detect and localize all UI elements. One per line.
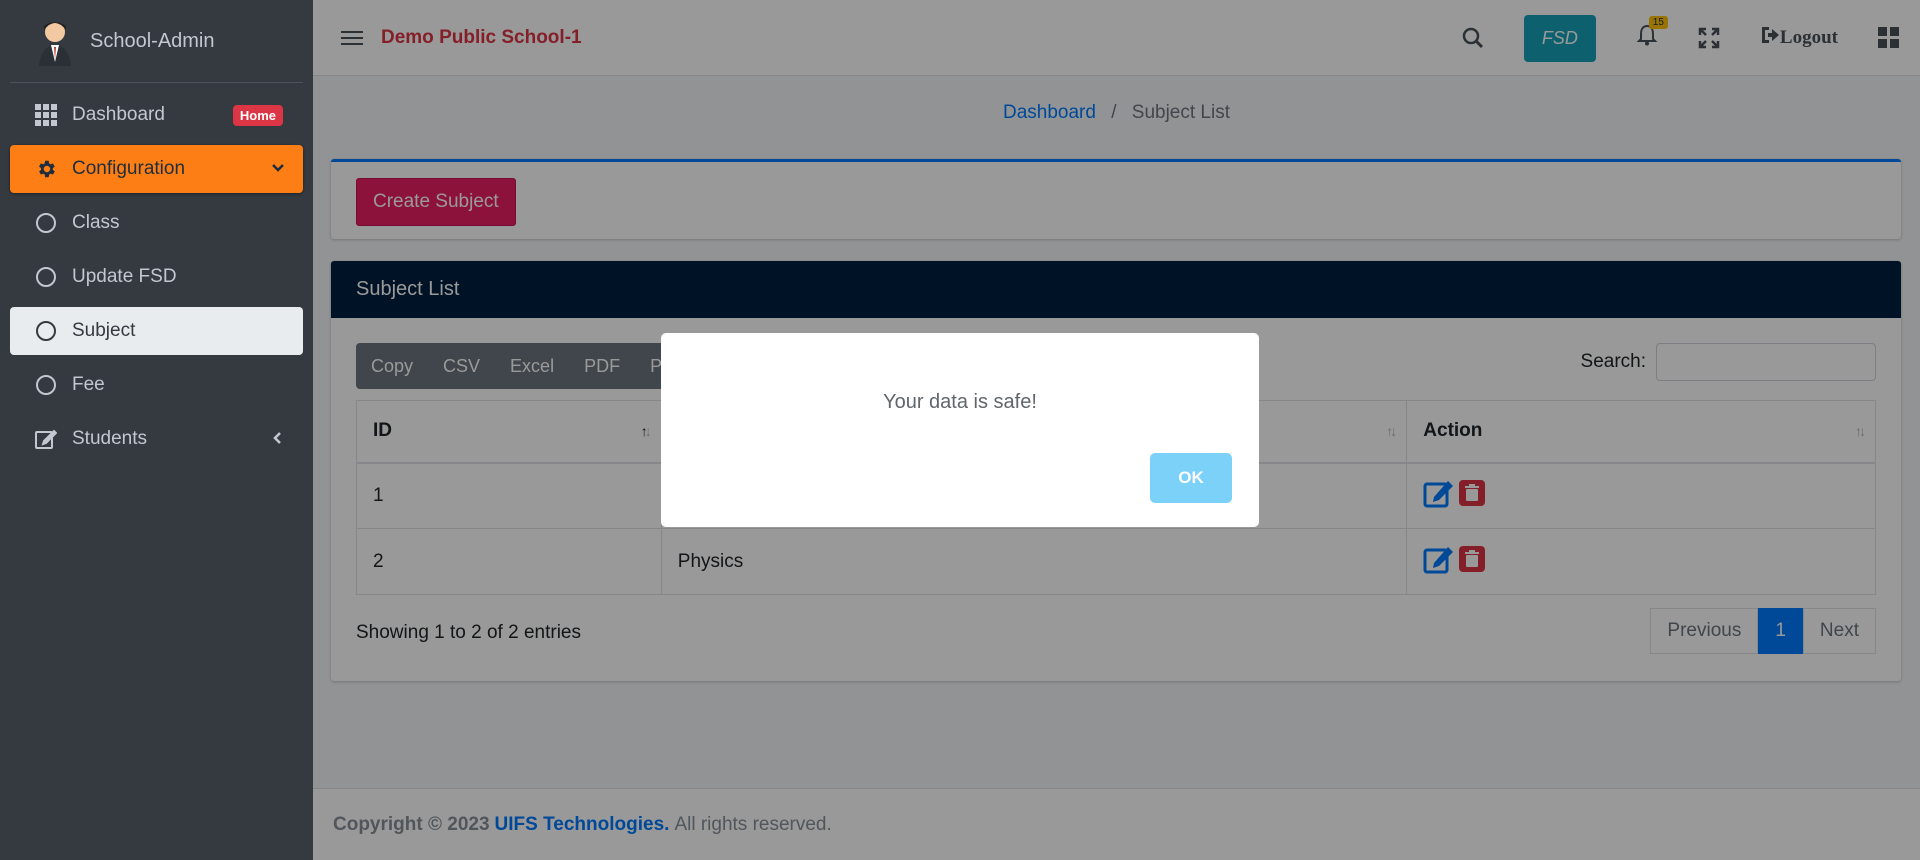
sidebar-item-label: Students (72, 428, 147, 449)
brand-title: School-Admin (90, 29, 215, 52)
chevron-down-icon (271, 159, 285, 180)
grid-icon (34, 103, 58, 127)
alert-message: Your data is safe! (883, 391, 1037, 413)
edit-icon (34, 427, 58, 451)
circle-icon (34, 265, 58, 289)
sidebar-item-configuration[interactable]: Configuration (10, 145, 303, 193)
ok-button[interactable]: OK (1150, 453, 1232, 503)
circle-icon (34, 319, 58, 343)
sidebar-item-class[interactable]: Class (10, 199, 303, 247)
circle-icon (34, 211, 58, 235)
gear-icon (34, 157, 58, 181)
chevron-left-icon (271, 429, 285, 450)
sidebar-item-subject[interactable]: Subject (10, 307, 303, 355)
brand[interactable]: School-Admin (10, 0, 303, 83)
sidebar-item-label: Dashboard (72, 104, 165, 125)
sidebar-item-fee[interactable]: Fee (10, 361, 303, 409)
sidebar-item-update-fsd[interactable]: Update FSD (10, 253, 303, 301)
sidebar-item-students[interactable]: Students (10, 415, 303, 463)
user-avatar-icon (34, 16, 76, 66)
sidebar-nav: Dashboard Home Configuration Class Updat… (0, 83, 313, 463)
sidebar-item-label: Class (72, 212, 120, 233)
sidebar-item-label: Subject (72, 320, 136, 341)
sidebar: School-Admin Dashboard Home Configuratio… (0, 0, 313, 860)
sidebar-item-label: Configuration (72, 158, 186, 179)
home-badge: Home (232, 104, 283, 126)
sidebar-item-label: Update FSD (72, 266, 177, 287)
alert-dialog: Your data is safe! OK (661, 333, 1259, 527)
sidebar-item-dashboard[interactable]: Dashboard Home (10, 91, 303, 139)
circle-icon (34, 373, 58, 397)
sidebar-item-label: Fee (72, 374, 105, 395)
